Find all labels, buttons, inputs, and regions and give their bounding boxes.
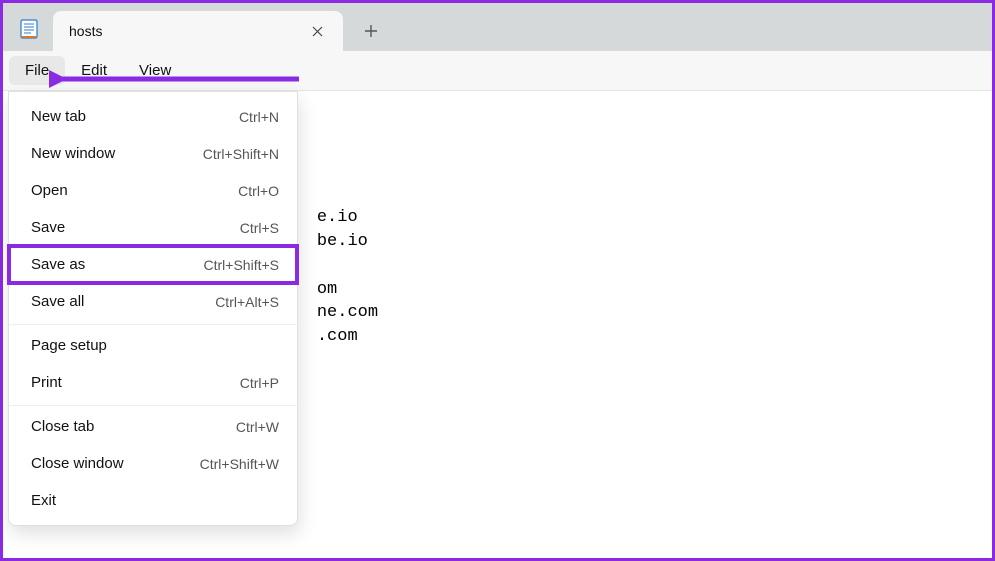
menu-item-shortcut: Ctrl+W [236,419,279,435]
menu-new-tab[interactable]: New tab Ctrl+N [9,98,297,135]
menu-item-label: Close window [31,455,124,472]
menu-new-window[interactable]: New window Ctrl+Shift+N [9,135,297,172]
menu-item-label: New tab [31,108,86,125]
menu-close-tab[interactable]: Close tab Ctrl+W [9,405,297,445]
menu-item-shortcut: Ctrl+Alt+S [215,294,279,310]
menu-view[interactable]: View [123,56,187,85]
menu-item-shortcut: Ctrl+Shift+S [204,257,279,273]
menu-item-shortcut: Ctrl+P [240,375,279,391]
menu-item-shortcut: Ctrl+O [238,183,279,199]
tab-hosts[interactable]: hosts [53,11,343,51]
menu-file[interactable]: File [9,56,65,85]
menu-open[interactable]: Open Ctrl+O [9,172,297,209]
menu-print[interactable]: Print Ctrl+P [9,364,297,401]
tab-title: hosts [69,23,303,39]
menu-item-label: Open [31,182,68,199]
new-tab-button[interactable] [351,11,391,51]
menu-item-shortcut: Ctrl+N [239,109,279,125]
titlebar: hosts [3,3,992,51]
menu-item-label: Close tab [31,418,94,435]
notepad-icon [19,19,39,39]
file-menu-dropdown: New tab Ctrl+N New window Ctrl+Shift+N O… [8,91,298,526]
menu-item-label: Save all [31,293,84,310]
menu-save[interactable]: Save Ctrl+S [9,209,297,246]
menu-save-all[interactable]: Save all Ctrl+Alt+S [9,283,297,320]
menu-item-shortcut: Ctrl+S [240,220,279,236]
menubar: File Edit View [3,51,992,91]
menu-item-label: New window [31,145,115,162]
close-icon[interactable] [303,17,331,45]
menu-item-shortcut: Ctrl+Shift+W [200,456,279,472]
menu-item-shortcut: Ctrl+Shift+N [203,146,279,162]
menu-exit[interactable]: Exit [9,482,297,519]
menu-item-label: Page setup [31,337,107,354]
menu-page-setup[interactable]: Page setup [9,324,297,364]
menu-item-label: Save as [31,256,85,273]
menu-edit[interactable]: Edit [65,56,123,85]
menu-item-label: Save [31,219,65,236]
menu-save-as[interactable]: Save as Ctrl+Shift+S [9,246,297,283]
menu-item-label: Exit [31,492,56,509]
menu-close-window[interactable]: Close window Ctrl+Shift+W [9,445,297,482]
menu-item-label: Print [31,374,62,391]
